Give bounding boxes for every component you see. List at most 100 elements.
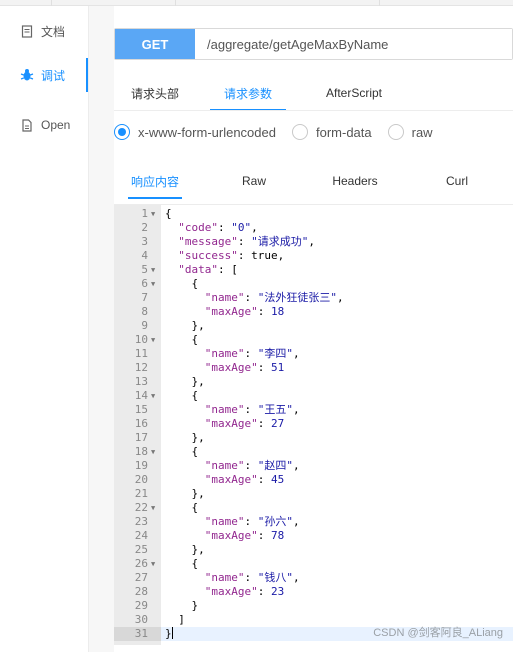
tab-response-content[interactable]: 响应内容	[114, 164, 196, 199]
code-text: },	[165, 319, 205, 332]
line-number: 12	[134, 361, 148, 374]
code-text: },	[165, 487, 205, 500]
line-number: 24	[134, 529, 148, 542]
fold-arrow-icon[interactable]: ▼	[151, 501, 155, 515]
radio-label: raw	[411, 124, 433, 140]
code-line: 9 },	[114, 319, 513, 333]
code-line: 7 "name": "法外狂徒张三",	[114, 291, 513, 305]
code-text: "name": "赵四",	[204, 459, 300, 472]
radio-label: x-www-form-urlencoded	[138, 124, 276, 140]
tab-request-headers[interactable]: 请求头部	[114, 76, 196, 110]
code-text: },	[165, 431, 205, 444]
text-cursor	[171, 627, 173, 639]
code-text: "maxAge": 78	[204, 529, 285, 542]
line-number: 15	[134, 403, 148, 416]
tab-headers[interactable]: Headers	[312, 164, 398, 198]
sidebar-item-label: 文档	[41, 24, 66, 39]
line-number: 4	[141, 249, 148, 262]
request-url-bar: GET	[114, 28, 513, 60]
sidebar-item-open[interactable]: Open	[0, 110, 88, 140]
tab-afterscript[interactable]: AfterScript	[300, 76, 408, 110]
code-text: {	[165, 277, 199, 290]
code-line: 24 "maxAge": 78	[114, 529, 513, 543]
line-number: 27	[134, 571, 148, 584]
tab-raw[interactable]: Raw	[196, 164, 312, 198]
line-number: 28	[134, 585, 148, 598]
url-input[interactable]	[195, 29, 512, 59]
code-text: "maxAge": 27	[204, 417, 285, 430]
code-text: "maxAge": 51	[204, 361, 285, 374]
line-number: 8	[141, 305, 148, 318]
code-line: 23 "name": "孙六",	[114, 515, 513, 529]
radio-raw[interactable]: raw	[387, 124, 433, 140]
body-type-group: x-www-form-urlencoded form-data raw	[114, 122, 449, 142]
tabs-divider	[114, 110, 513, 111]
line-number: 13	[134, 375, 148, 388]
debug-panel: GET 请求头部 请求参数 AfterScript x-www-form-url…	[114, 6, 513, 652]
line-number: 7	[141, 291, 148, 304]
code-line: 19 "name": "赵四",	[114, 459, 513, 473]
line-number: 9	[141, 319, 148, 332]
method-select[interactable]: GET	[115, 29, 195, 59]
watermark: CSDN @剑客阿良_ALiang	[373, 627, 503, 639]
code-line: 22 ▼ {	[114, 501, 513, 515]
sidebar-item-debug[interactable]: 调试	[0, 58, 88, 92]
code-text: },	[165, 543, 205, 556]
code-line: 10 ▼ {	[114, 333, 513, 347]
radio-indicator	[387, 124, 404, 140]
panel-divider	[88, 6, 114, 652]
line-number: 17	[134, 431, 148, 444]
code-text: "name": "钱八",	[204, 571, 300, 584]
line-number: 2	[141, 221, 148, 234]
line-number: 16	[134, 417, 148, 430]
radio-indicator	[114, 124, 130, 140]
fold-arrow-icon[interactable]: ▼	[151, 389, 155, 403]
radio-label: form-data	[315, 124, 372, 140]
tab-request-params[interactable]: 请求参数	[196, 76, 300, 111]
line-number: 11	[134, 347, 148, 360]
radio-indicator	[291, 124, 308, 140]
line-number: 3	[141, 235, 148, 248]
code-line: 18 ▼ {	[114, 445, 513, 459]
fold-arrow-icon[interactable]: ▼	[151, 557, 155, 571]
fold-arrow-icon[interactable]: ▼	[151, 277, 155, 291]
radio-form-data[interactable]: form-data	[291, 124, 372, 140]
code-line: 16 "maxAge": 27	[114, 417, 513, 431]
document-icon	[20, 24, 34, 38]
code-line: 14 ▼ {	[114, 389, 513, 403]
response-tabs: 响应内容 Raw Headers Curl	[114, 164, 513, 199]
code-line: 13 },	[114, 375, 513, 389]
response-editor[interactable]: 1 ▼{2 "code": "0", 3 "message": "请求成功", 4 "…	[114, 204, 513, 645]
code-line: 1 ▼{	[114, 207, 513, 221]
request-tabs: 请求头部 请求参数 AfterScript	[114, 76, 408, 111]
code-text: "success": true,	[178, 249, 285, 262]
code-line: 5 ▼ "data": [	[114, 263, 513, 277]
code-text: },	[165, 375, 205, 388]
code-line: 6 ▼ {	[114, 277, 513, 291]
code-text: "name": "孙六",	[204, 515, 300, 528]
file-icon	[20, 118, 34, 132]
tab-curl[interactable]: Curl	[398, 164, 513, 198]
code-text: {	[165, 389, 199, 402]
code-text: {	[165, 207, 172, 220]
fold-arrow-icon[interactable]: ▼	[151, 207, 155, 221]
code-text: "name": "王五",	[204, 403, 300, 416]
code-text: {	[165, 557, 199, 570]
fold-arrow-icon[interactable]: ▼	[151, 333, 155, 347]
code-text: "maxAge": 18	[204, 305, 285, 318]
code-line: 11 "name": "李四",	[114, 347, 513, 361]
fold-arrow-icon[interactable]: ▼	[151, 263, 155, 277]
radio-urlencoded[interactable]: x-www-form-urlencoded	[114, 124, 276, 140]
code-line: 21 },	[114, 487, 513, 501]
line-number: 19	[134, 459, 148, 472]
code-text: {	[165, 333, 199, 346]
code-line: 20 "maxAge": 45	[114, 473, 513, 487]
bug-icon	[20, 68, 34, 82]
sidebar-item-docs[interactable]: 文档	[0, 16, 88, 46]
line-number: 21	[134, 487, 148, 500]
code-line: 12 "maxAge": 51	[114, 361, 513, 375]
code-line: 3 "message": "请求成功",	[114, 235, 513, 249]
line-number: 29	[134, 599, 148, 612]
code-text: "maxAge": 23	[204, 585, 285, 598]
fold-arrow-icon[interactable]: ▼	[151, 445, 155, 459]
